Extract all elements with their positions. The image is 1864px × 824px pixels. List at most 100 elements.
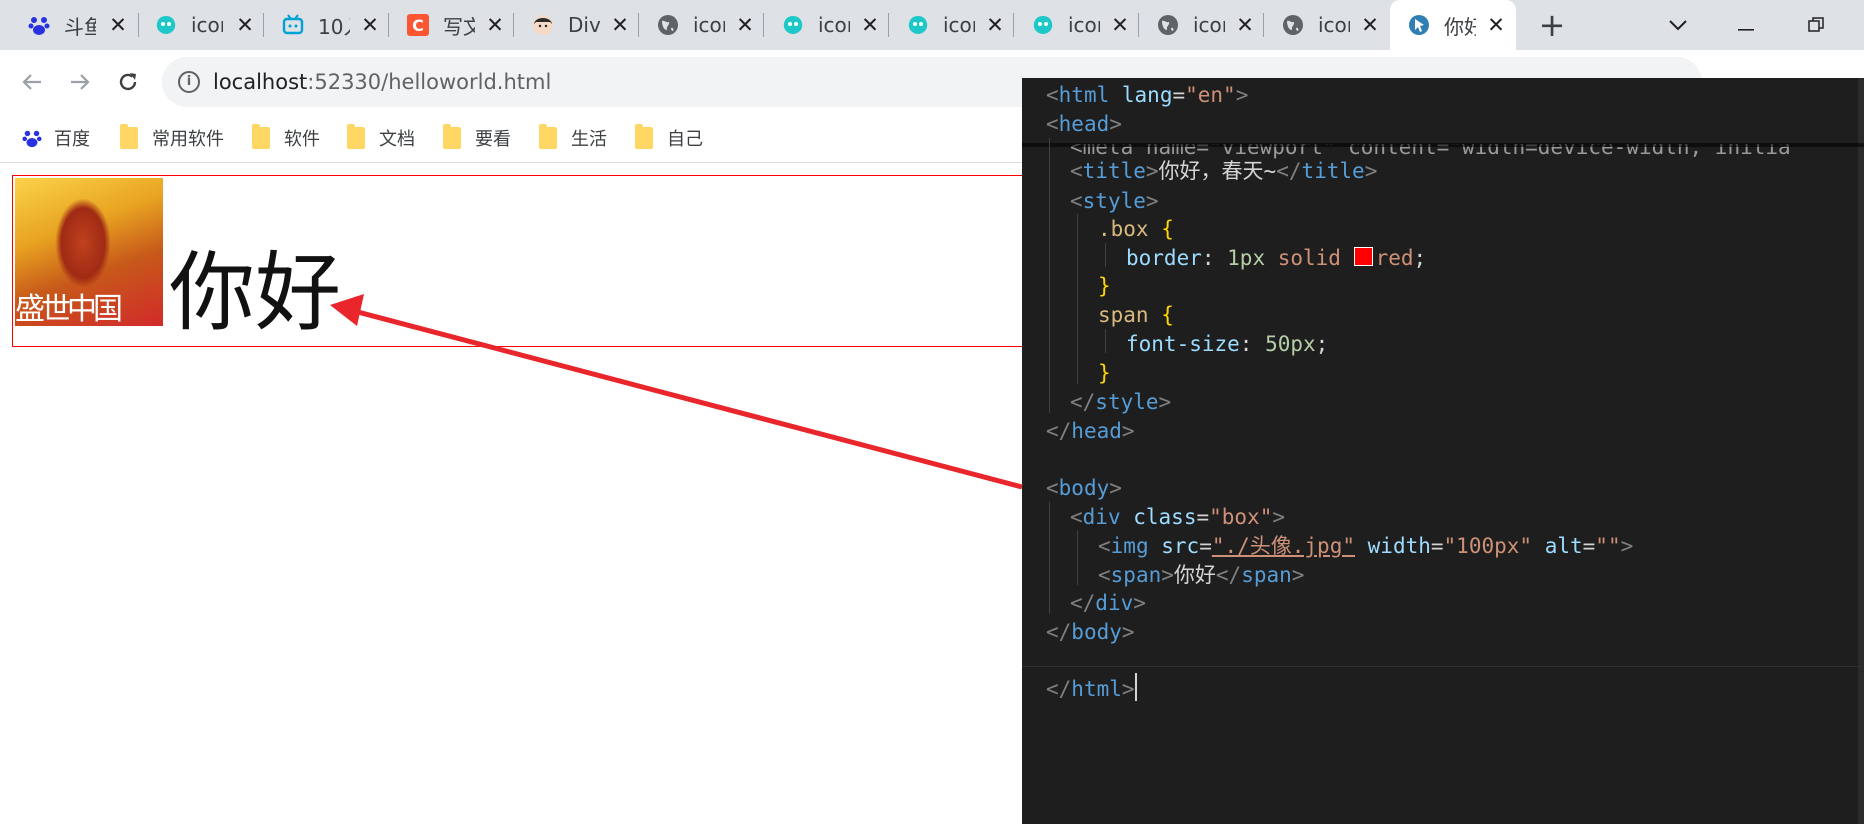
back-button[interactable]	[14, 64, 50, 100]
folder-icon	[347, 124, 365, 149]
code-token: <	[1046, 476, 1059, 500]
code-token: lang	[1121, 83, 1173, 107]
indent-guide	[1077, 530, 1078, 585]
code-token: body	[1058, 476, 1110, 500]
indent-guide	[1077, 214, 1078, 384]
close-icon[interactable]: ✕	[233, 13, 257, 37]
code-token: >	[1272, 505, 1285, 529]
close-icon[interactable]: ✕	[106, 13, 130, 37]
tab-div[interactable]: Div ✕	[514, 0, 638, 50]
code-token: >	[1235, 83, 1249, 107]
code-token: style	[1095, 390, 1159, 414]
close-icon[interactable]: ✕	[858, 13, 882, 37]
close-icon[interactable]: ✕	[1108, 13, 1132, 37]
close-icon[interactable]: ✕	[483, 13, 507, 37]
code-token: >	[1121, 419, 1135, 443]
code-token: </	[1276, 159, 1302, 183]
code-token: span	[1098, 303, 1149, 327]
code-line: <head>	[1046, 107, 1122, 141]
close-icon[interactable]: ✕	[608, 13, 632, 37]
code-token: >	[1620, 534, 1634, 558]
code-token: <	[1046, 112, 1059, 136]
forward-arrow-icon	[71, 74, 90, 90]
code-token: </	[1046, 677, 1072, 701]
globe-icon	[1282, 14, 1304, 36]
bookmark-label: 软件	[284, 129, 320, 150]
code-token: >	[1109, 112, 1122, 136]
code-token: solid	[1265, 246, 1354, 270]
code-token: src	[1161, 534, 1200, 558]
close-icon[interactable]: ✕	[1484, 13, 1508, 37]
tab-douyu[interactable]: 斗鱼 ✕	[0, 0, 138, 50]
code-token: </	[1070, 591, 1096, 615]
avatar-icon	[532, 14, 554, 36]
close-icon[interactable]: ✕	[983, 13, 1007, 37]
tab-search-button[interactable]	[1658, 8, 1698, 42]
bookmark-folder-docs[interactable]: 文档	[347, 124, 415, 152]
tab-icon-7[interactable]: icon ✕	[1264, 0, 1388, 50]
close-icon[interactable]: ✕	[1358, 13, 1382, 37]
tab-icon-1[interactable]: icon ✕	[139, 0, 263, 50]
bookmark-label: 文档	[379, 129, 415, 150]
code-token: {	[1148, 217, 1174, 241]
code-token: =	[1196, 505, 1210, 529]
close-icon[interactable]: ✕	[733, 13, 757, 37]
restore-button[interactable]	[1796, 8, 1836, 42]
bookmark-folder-life[interactable]: 生活	[539, 124, 607, 152]
code-token: <	[1046, 83, 1059, 107]
bookmark-folder-to-watch[interactable]: 要看	[443, 124, 511, 152]
bookmark-folder-self[interactable]: 自己	[635, 124, 703, 152]
tab-label: icon	[943, 13, 975, 37]
bookmark-label: 百度	[54, 129, 90, 150]
globe-icon	[657, 14, 679, 36]
code-token: 50px	[1265, 332, 1316, 356]
code-token: html	[1071, 677, 1122, 701]
site-info-icon[interactable]: i	[178, 71, 200, 93]
bookmark-baidu[interactable]: 百度	[22, 124, 90, 152]
tab-icon-3[interactable]: icon ✕	[764, 0, 888, 50]
tab-bilibili[interactable]: 10入 ✕	[264, 0, 388, 50]
code-link-token[interactable]: "./头像.jpg"	[1212, 534, 1355, 558]
url-text[interactable]: localhost:52330/helloworld.html	[213, 65, 551, 99]
tab-csdn[interactable]: C 写文 ✕	[389, 0, 513, 50]
minimize-button[interactable]	[1726, 8, 1766, 42]
code-token: >	[1145, 159, 1159, 183]
code-token: alt	[1544, 534, 1583, 558]
bookmark-folder-software[interactable]: 软件	[252, 124, 320, 152]
close-icon[interactable]: ✕	[358, 13, 382, 37]
code-token: >	[1109, 476, 1122, 500]
code-line: </head>	[1046, 414, 1135, 448]
tab-label: icon	[191, 13, 223, 37]
csdn-icon: C	[407, 14, 429, 36]
vscode-live-icon	[1408, 14, 1430, 36]
code-token: body	[1071, 620, 1122, 644]
code-token: =	[1430, 534, 1444, 558]
globe-icon	[1157, 14, 1179, 36]
code-line: border: 1px solid red;	[1126, 241, 1426, 275]
code-token: <	[1070, 505, 1083, 529]
code-token: :	[1239, 332, 1266, 356]
iconfont-icon	[782, 14, 804, 36]
close-icon[interactable]: ✕	[1233, 13, 1257, 37]
tab-icon-5[interactable]: icon ✕	[1014, 0, 1138, 50]
tab-active-nihao[interactable]: 你好 ✕	[1390, 0, 1516, 50]
tab-icon-6[interactable]: icon ✕	[1139, 0, 1263, 50]
code-token: head	[1058, 112, 1110, 136]
reload-button[interactable]	[110, 64, 146, 100]
tab-icon-2[interactable]: icon ✕	[639, 0, 763, 50]
code-editor-panel[interactable]: <html lang="en"> <head> <meta name="view…	[1022, 78, 1864, 824]
iconfont-icon	[907, 14, 929, 36]
tab-label: 10入	[318, 14, 350, 39]
color-swatch-icon[interactable]	[1353, 247, 1373, 266]
code-line: </html>	[1046, 672, 1137, 706]
tab-icon-4[interactable]: icon ✕	[889, 0, 1013, 50]
forward-button[interactable]	[62, 64, 98, 100]
code-token: red	[1375, 246, 1414, 270]
indent-guide	[1049, 502, 1050, 614]
editor-scrollbar[interactable]	[1858, 78, 1864, 824]
code-token: <	[1070, 159, 1083, 183]
bookmark-folder-common-software[interactable]: 常用软件	[120, 124, 224, 152]
reload-icon	[119, 73, 137, 91]
tab-label: 斗鱼	[64, 14, 96, 39]
new-tab-button[interactable]: +	[1534, 7, 1570, 43]
